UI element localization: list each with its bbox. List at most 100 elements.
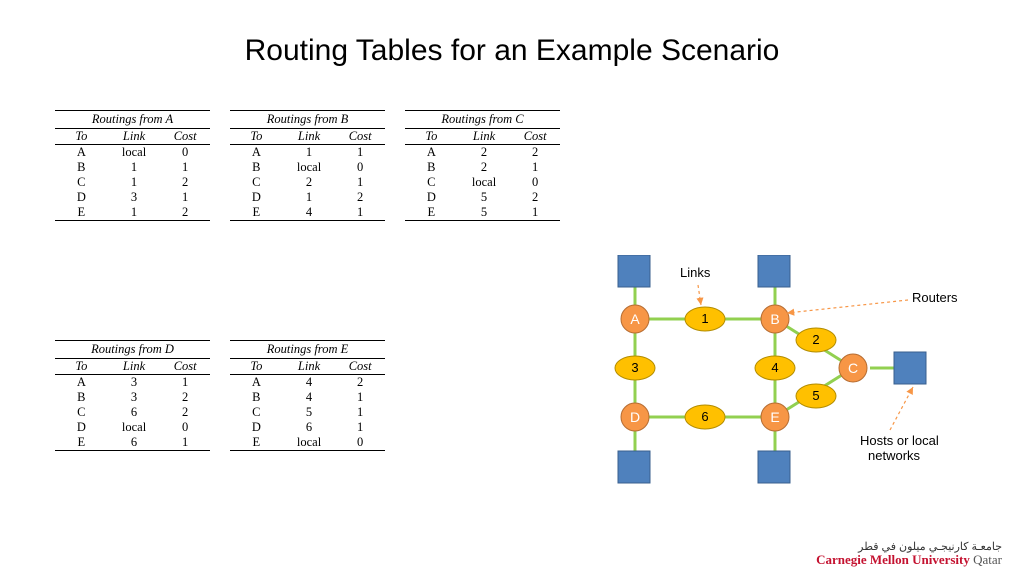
cell-link: local <box>108 145 161 160</box>
routing-table-e: Routings from E To Link Cost A42B41C51D6… <box>230 340 385 451</box>
col-cost: Cost <box>335 129 385 144</box>
col-link: Link <box>458 129 511 144</box>
cell-cost: 2 <box>160 390 210 405</box>
link-label: 3 <box>631 360 638 375</box>
col-to: To <box>55 129 108 144</box>
table-row: Dlocal0 <box>55 420 210 435</box>
table-caption: Routings from C <box>405 111 560 129</box>
host-icon <box>758 255 790 287</box>
cell-cost: 2 <box>160 205 210 220</box>
cell-to: C <box>55 175 108 190</box>
table-row: D52 <box>405 190 560 205</box>
table-row: B11 <box>55 160 210 175</box>
cell-link: 5 <box>458 205 511 220</box>
col-link: Link <box>283 359 336 374</box>
cell-cost: 1 <box>335 390 385 405</box>
table-row: E41 <box>230 205 385 220</box>
cell-to: E <box>405 205 458 220</box>
cell-link: 6 <box>108 405 161 420</box>
cell-cost: 0 <box>160 420 210 435</box>
cell-cost: 2 <box>160 175 210 190</box>
cell-to: D <box>405 190 458 205</box>
table-caption: Routings from E <box>230 341 385 359</box>
cell-to: C <box>230 405 283 420</box>
cell-to: E <box>230 205 283 220</box>
footer-suffix: Qatar <box>970 552 1002 567</box>
cell-to: A <box>230 145 283 160</box>
host-icon <box>618 451 650 483</box>
cell-link: 2 <box>458 145 511 160</box>
cell-link: 5 <box>283 405 336 420</box>
cell-cost: 0 <box>335 435 385 450</box>
cell-link: 3 <box>108 190 161 205</box>
cell-link: 4 <box>283 205 336 220</box>
table-row: E61 <box>55 435 210 450</box>
cell-link: 1 <box>108 175 161 190</box>
cell-to: A <box>230 375 283 390</box>
table-row: D31 <box>55 190 210 205</box>
table-row: Clocal0 <box>405 175 560 190</box>
page-title: Routing Tables for an Example Scenario <box>0 34 1024 68</box>
col-to: To <box>405 129 458 144</box>
cell-cost: 1 <box>160 190 210 205</box>
cell-to: D <box>55 190 108 205</box>
cell-link: 3 <box>108 375 161 390</box>
routers: A B C D E <box>621 305 867 431</box>
link-label: 4 <box>771 360 778 375</box>
table-caption: Routings from A <box>55 111 210 129</box>
cell-cost: 2 <box>510 190 560 205</box>
cell-to: A <box>55 145 108 160</box>
host-icon <box>618 255 650 287</box>
cell-link: local <box>108 420 161 435</box>
cell-to: B <box>405 160 458 175</box>
footer-logo: جامعـة كارنيجـي ميلون في قطر Carnegie Me… <box>816 542 1002 566</box>
col-to: To <box>230 359 283 374</box>
table-row: E12 <box>55 205 210 220</box>
cell-cost: 0 <box>160 145 210 160</box>
col-cost: Cost <box>510 129 560 144</box>
router-label: C <box>848 360 858 376</box>
cell-to: C <box>405 175 458 190</box>
table-caption: Routings from D <box>55 341 210 359</box>
table-row: C51 <box>230 405 385 420</box>
col-link: Link <box>108 129 161 144</box>
cell-cost: 1 <box>335 420 385 435</box>
routing-table-b: Routings from B To Link Cost A11Blocal0C… <box>230 110 385 221</box>
table-row: Blocal0 <box>230 160 385 175</box>
cell-cost: 1 <box>335 205 385 220</box>
link-label: 2 <box>812 332 819 347</box>
cell-to: D <box>230 190 283 205</box>
cell-cost: 2 <box>160 405 210 420</box>
routing-table-a: Routings from A To Link Cost Alocal0B11C… <box>55 110 210 221</box>
cell-cost: 1 <box>510 160 560 175</box>
col-to: To <box>55 359 108 374</box>
col-link: Link <box>283 129 336 144</box>
cell-link: local <box>458 175 511 190</box>
cell-link: 1 <box>283 190 336 205</box>
cell-link: 6 <box>283 420 336 435</box>
col-to: To <box>230 129 283 144</box>
cell-to: C <box>55 405 108 420</box>
cell-to: C <box>230 175 283 190</box>
links: 1 2 3 4 5 6 <box>615 307 836 429</box>
cell-to: A <box>55 375 108 390</box>
table-row: D12 <box>230 190 385 205</box>
cell-link: 1 <box>283 145 336 160</box>
cell-link: 2 <box>458 160 511 175</box>
cell-to: E <box>230 435 283 450</box>
col-cost: Cost <box>335 359 385 374</box>
cell-to: B <box>230 160 283 175</box>
table-row: Alocal0 <box>55 145 210 160</box>
router-label: E <box>770 409 779 425</box>
table-row: A31 <box>55 375 210 390</box>
links-label: Links <box>680 265 711 280</box>
cell-link: 5 <box>458 190 511 205</box>
routers-label: Routers <box>912 290 958 305</box>
cell-link: 4 <box>283 390 336 405</box>
table-row: D61 <box>230 420 385 435</box>
table-row: B41 <box>230 390 385 405</box>
host-icon <box>758 451 790 483</box>
cell-link: 3 <box>108 390 161 405</box>
cell-link: local <box>283 160 336 175</box>
cell-to: B <box>55 390 108 405</box>
